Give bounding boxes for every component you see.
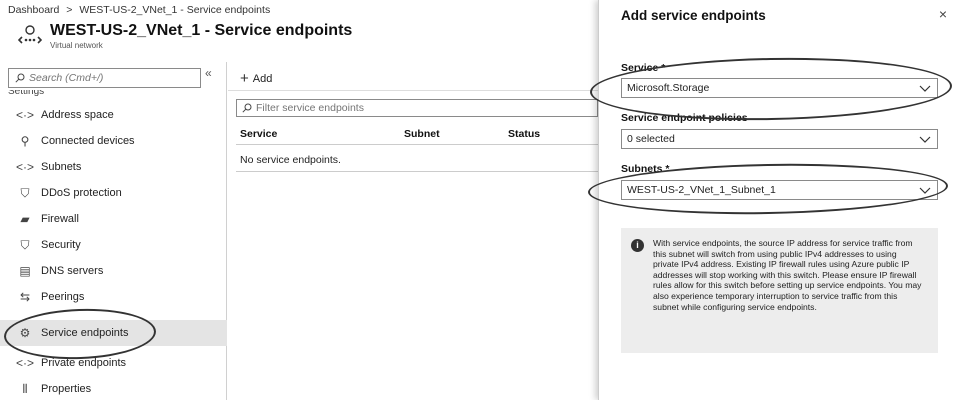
breadcrumb-current: WEST-US-2_VNet_1 - Service endpoints [79,4,271,16]
column-header-service[interactable]: Service [240,128,277,140]
properties-icon: ⦀ [22,381,28,396]
column-header-status[interactable]: Status [508,128,540,140]
breadcrumb: Dashboard > WEST-US-2_VNet_1 - Service e… [8,4,270,16]
sidebar-item-label: Firewall [41,213,79,225]
sidebar-item-connected-devices[interactable]: ⚲ Connected devices [0,128,227,154]
breadcrumb-dashboard-link[interactable]: Dashboard [8,4,59,16]
sidebar-item-subnets[interactable]: <·> Subnets [0,154,227,180]
chevron-down-icon [919,136,931,143]
close-icon[interactable]: × [939,6,947,22]
sidebar-item-label: Security [41,239,81,251]
sidebar-item-firewall[interactable]: ▰ Firewall [0,206,227,232]
search-icon [242,103,252,113]
sidebar-search-input[interactable] [29,72,189,84]
table-row-divider [236,171,598,172]
sidebar-item-security[interactable]: ⛉ Security [0,232,227,258]
virtual-network-icon [18,25,42,44]
policies-dropdown-value: 0 selected [627,133,675,145]
sidebar-item-label: Address space [41,109,114,121]
sidebar-item-label: Connected devices [41,135,135,147]
page-header: WEST-US-2_VNet_1 - Service endpoints Vir… [18,22,352,50]
firewall-icon: ▰ [20,212,30,226]
sidebar-item-label: DDoS protection [41,187,122,199]
page-title: WEST-US-2_VNet_1 - Service endpoints [50,22,353,39]
add-button[interactable]: + Add [240,70,272,87]
plug-icon: ⚲ [20,134,30,148]
peerings-icon: ⇆ [19,290,31,304]
filter-box[interactable] [236,99,598,117]
search-icon [15,73,25,83]
info-box: i With service endpoints, the source IP … [621,228,938,353]
sidebar-search[interactable] [8,68,201,88]
breadcrumb-separator: > [66,4,73,16]
info-icon: i [631,239,644,252]
table-header-divider [236,144,598,145]
add-button-label: Add [252,72,273,85]
page-subtitle: Virtual network [50,41,103,50]
empty-table-message: No service endpoints. [240,154,341,166]
shield-icon: ⛉ [20,185,30,200]
sidebar-item-label: DNS servers [41,265,104,277]
policies-dropdown[interactable]: 0 selected [621,129,938,149]
sidebar-item-address-space[interactable]: <·> Address space [0,102,227,128]
security-shield-icon: ⛉ [20,237,30,252]
dns-server-icon: ▤ [19,264,31,278]
plus-icon: + [240,70,249,87]
info-message: With service endpoints, the source IP ad… [653,238,922,312]
toolbar-divider [228,90,598,91]
main-content: + Add Service Subnet Status No service e… [228,62,598,400]
collapse-sidebar-button[interactable]: « [205,66,212,80]
sidebar-item-label: Peerings [41,291,85,303]
sidebar-item-dns-servers[interactable]: ▤ DNS servers [0,258,227,284]
sidebar-item-label: Properties [41,383,92,395]
sidebar-item-peerings[interactable]: ⇆ Peerings [0,284,227,310]
sidebar-item-properties[interactable]: ⦀ Properties [0,376,227,400]
sidebar-item-ddos-protection[interactable]: ⛉ DDoS protection [0,180,227,206]
sidebar-item-label: Subnets [41,161,82,173]
private-endpoints-icon: <·> [16,356,35,370]
address-space-icon: <·> [16,108,35,122]
panel-title: Add service endpoints [621,8,766,23]
sidebar-section-label: Settings [8,90,45,96]
column-header-subnet[interactable]: Subnet [404,128,440,140]
filter-input[interactable] [256,102,576,114]
subnets-icon: <·> [16,160,35,174]
